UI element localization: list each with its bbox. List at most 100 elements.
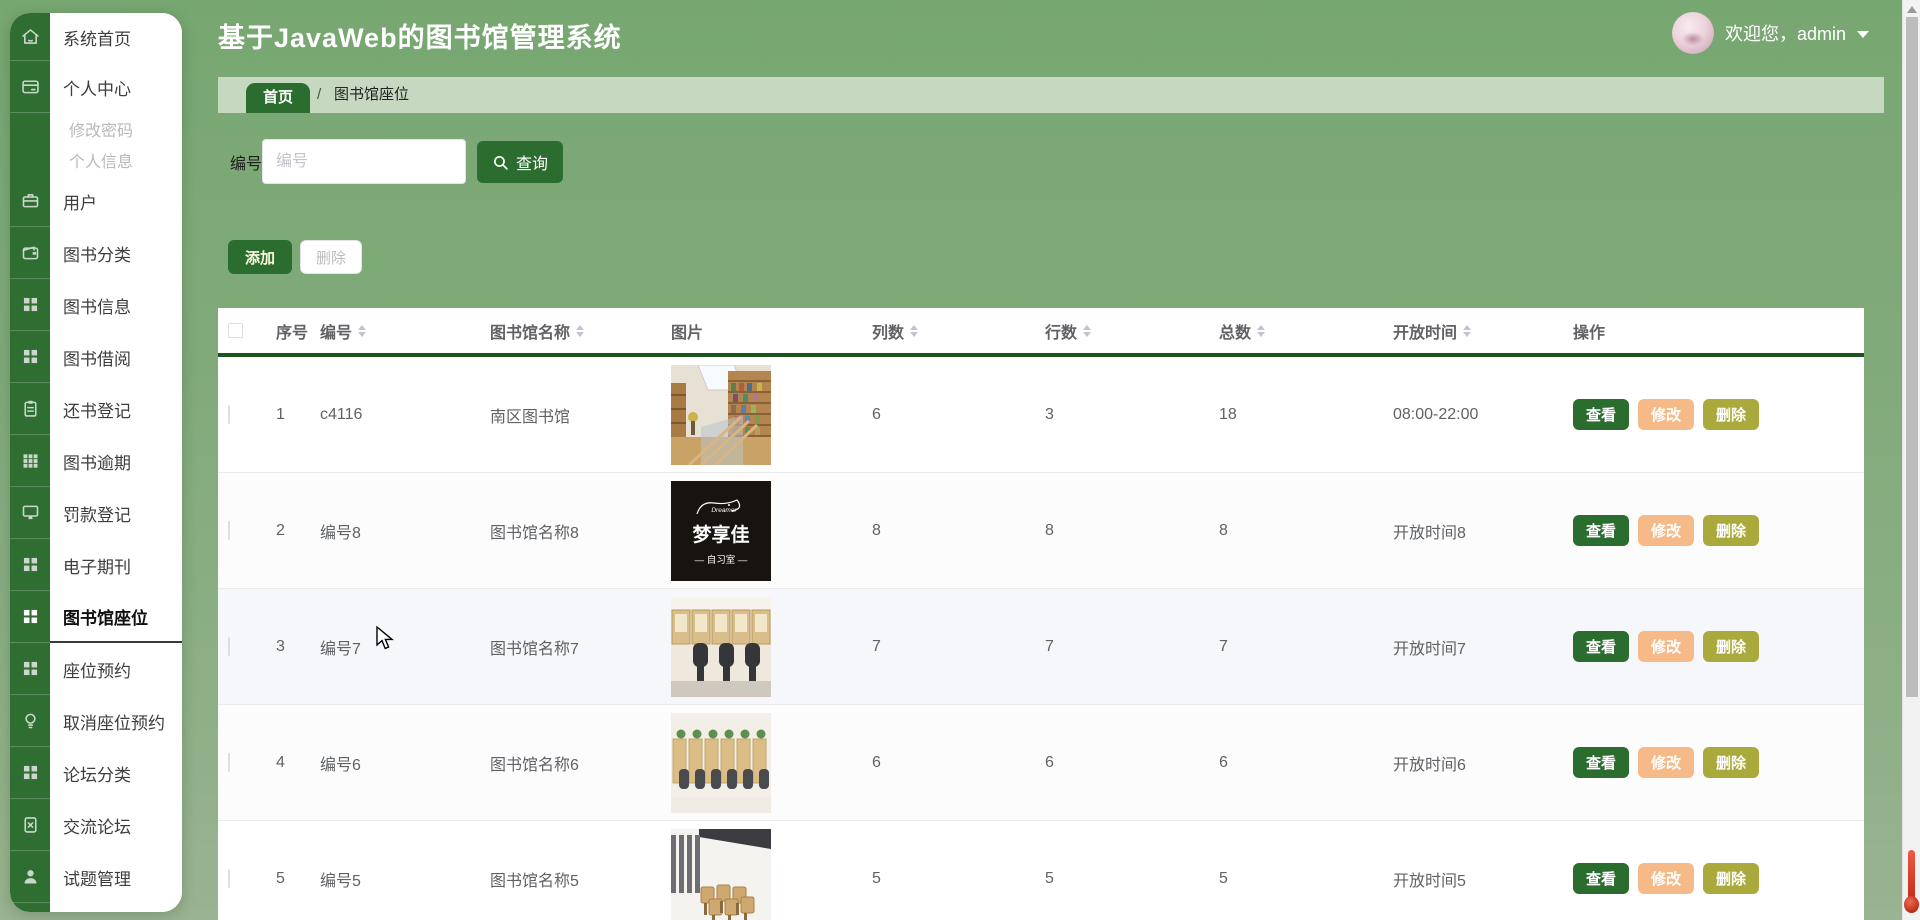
cell-columns: 7 — [872, 637, 881, 655]
sidebar-item-13[interactable]: 图书馆座位 — [10, 591, 182, 643]
sidebar-item-7[interactable]: 图书信息 — [10, 279, 182, 331]
column-header: 序号 — [276, 324, 309, 342]
row-delete-button[interactable]: 删除 — [1703, 863, 1760, 894]
table-header-row: 序号 编号 图书馆名称 图片 列数 行数 总数 开放时间 操作 — [218, 308, 1864, 357]
search-icon — [493, 155, 508, 170]
sidebar-filler — [10, 903, 182, 912]
edit-button[interactable]: 修改 — [1638, 515, 1695, 546]
scrollbar[interactable] — [1902, 0, 1920, 920]
view-button[interactable]: 查看 — [1573, 631, 1630, 662]
edit-button[interactable]: 修改 — [1638, 631, 1695, 662]
sort-carets-icon[interactable] — [1257, 324, 1266, 337]
user-menu[interactable]: 欢迎您，admin — [1672, 10, 1870, 56]
clipboard-icon — [10, 383, 50, 435]
library-photo — [671, 828, 771, 920]
add-button[interactable]: 添加 — [228, 240, 293, 274]
sidebar-item-label: 还书登记 — [50, 383, 182, 435]
sidebar-item-14[interactable]: 座位预约 — [10, 643, 182, 695]
row-checkbox[interactable] — [228, 868, 230, 888]
sidebar-item-label: 图书信息 — [50, 279, 182, 331]
sidebar-item-label: 图书分类 — [50, 227, 182, 279]
cell-open-time: 08:00-22:00 — [1393, 405, 1479, 423]
row-actions: 查看 修改 删除 — [1573, 747, 1864, 778]
column-header[interactable]: 列数 — [872, 319, 1045, 343]
sidebar-item-4[interactable]: 个人信息 — [10, 144, 182, 175]
avatar[interactable] — [1672, 12, 1714, 54]
delete-button[interactable]: 删除 — [300, 240, 363, 274]
column-header[interactable]: 图书馆名称 — [490, 319, 671, 343]
table-row: 3 编号7 图书馆名称7 7 7 7 开放时间7 查看 修改 删除 — [218, 589, 1864, 705]
sidebar-item-12[interactable]: 电子期刊 — [10, 539, 182, 591]
sidebar-item-label: 系统首页 — [50, 13, 182, 61]
sidebar-item-5[interactable]: 用户 — [10, 175, 182, 227]
column-header[interactable]: 开放时间 — [1393, 319, 1573, 343]
sidebar-item-2[interactable]: 个人中心 — [10, 61, 182, 113]
grid-icon — [10, 539, 50, 591]
sort-carets-icon[interactable] — [910, 324, 919, 337]
sidebar-item-15[interactable]: 取消座位预约 — [10, 695, 182, 747]
edit-button[interactable]: 修改 — [1638, 863, 1695, 894]
cell-index: 3 — [276, 637, 285, 655]
sidebar-item-8[interactable]: 图书借阅 — [10, 331, 182, 383]
view-button[interactable]: 查看 — [1573, 863, 1630, 894]
cell-code: 编号8 — [320, 524, 361, 542]
grid-icon — [10, 279, 50, 331]
sidebar-item-label: 罚款登记 — [50, 487, 182, 539]
idcard-icon — [10, 61, 50, 113]
cell-rows: 6 — [1045, 753, 1054, 771]
breadcrumb-home-tab[interactable]: 首页 — [246, 83, 311, 113]
sort-carets-icon[interactable] — [1463, 324, 1472, 337]
row-checkbox[interactable] — [228, 404, 230, 424]
row-checkbox[interactable] — [228, 752, 230, 772]
cell-rows: 7 — [1045, 637, 1054, 655]
sidebar-item-16[interactable]: 论坛分类 — [10, 747, 182, 799]
grid-icon — [10, 643, 50, 695]
edit-button[interactable]: 修改 — [1638, 399, 1695, 430]
sidebar-item-18[interactable]: 试题管理 — [10, 851, 182, 903]
select-all-checkbox[interactable] — [228, 323, 243, 338]
table-row: 4 编号6 图书馆名称6 6 6 6 开放时间6 查看 修改 删除 — [218, 705, 1864, 821]
view-button[interactable]: 查看 — [1573, 399, 1630, 430]
cell-columns: 6 — [872, 753, 881, 771]
sidebar-item-label: 用户 — [50, 175, 182, 227]
column-header[interactable]: 编号 — [320, 319, 490, 343]
edit-button[interactable]: 修改 — [1638, 747, 1695, 778]
bulb-icon — [10, 695, 50, 747]
sort-carets-icon[interactable] — [1083, 324, 1092, 337]
row-delete-button[interactable]: 删除 — [1703, 399, 1760, 430]
table-row: 1 c4116 南区图书馆 6 3 18 08:00-22:00 查看 修改 删除 — [218, 357, 1864, 473]
view-button[interactable]: 查看 — [1573, 747, 1630, 778]
sort-carets-icon[interactable] — [358, 324, 367, 337]
sidebar-item-3[interactable]: 修改密码 — [10, 113, 182, 144]
row-checkbox[interactable] — [228, 520, 230, 540]
cell-rows: 8 — [1045, 521, 1054, 539]
sidebar-item-6[interactable]: 图书分类 — [10, 227, 182, 279]
search-field-label: 编号 — [230, 156, 263, 173]
sidebar-item-label: 取消座位预约 — [50, 695, 182, 747]
column-header: 图片 — [671, 324, 704, 342]
sidebar-item-label: 修改密码 — [50, 113, 182, 144]
sidebar-item-17[interactable]: 交流论坛 — [10, 799, 182, 851]
cell-library-name: 图书馆名称6 — [490, 756, 579, 774]
sidebar-item-1[interactable]: 系统首页 — [10, 13, 182, 61]
search-input[interactable] — [262, 139, 466, 184]
user-icon — [10, 851, 50, 903]
search-button[interactable]: 查询 — [477, 141, 564, 183]
row-actions: 查看 修改 删除 — [1573, 399, 1864, 430]
scroll-up-arrow-icon[interactable] — [1907, 6, 1917, 13]
cell-total: 6 — [1219, 753, 1228, 771]
sidebar-item-9[interactable]: 还书登记 — [10, 383, 182, 435]
row-delete-button[interactable]: 删除 — [1703, 515, 1760, 546]
cell-library-name: 图书馆名称5 — [490, 872, 579, 890]
scrollbar-thumb[interactable] — [1906, 17, 1918, 697]
column-header[interactable]: 行数 — [1045, 319, 1219, 343]
cell-total: 18 — [1219, 405, 1237, 423]
column-header[interactable]: 总数 — [1219, 319, 1393, 343]
sort-carets-icon[interactable] — [576, 324, 585, 337]
row-delete-button[interactable]: 删除 — [1703, 747, 1760, 778]
view-button[interactable]: 查看 — [1573, 515, 1630, 546]
row-checkbox[interactable] — [228, 636, 230, 656]
sidebar-item-10[interactable]: 图书逾期 — [10, 435, 182, 487]
row-delete-button[interactable]: 删除 — [1703, 631, 1760, 662]
sidebar-item-11[interactable]: 罚款登记 — [10, 487, 182, 539]
